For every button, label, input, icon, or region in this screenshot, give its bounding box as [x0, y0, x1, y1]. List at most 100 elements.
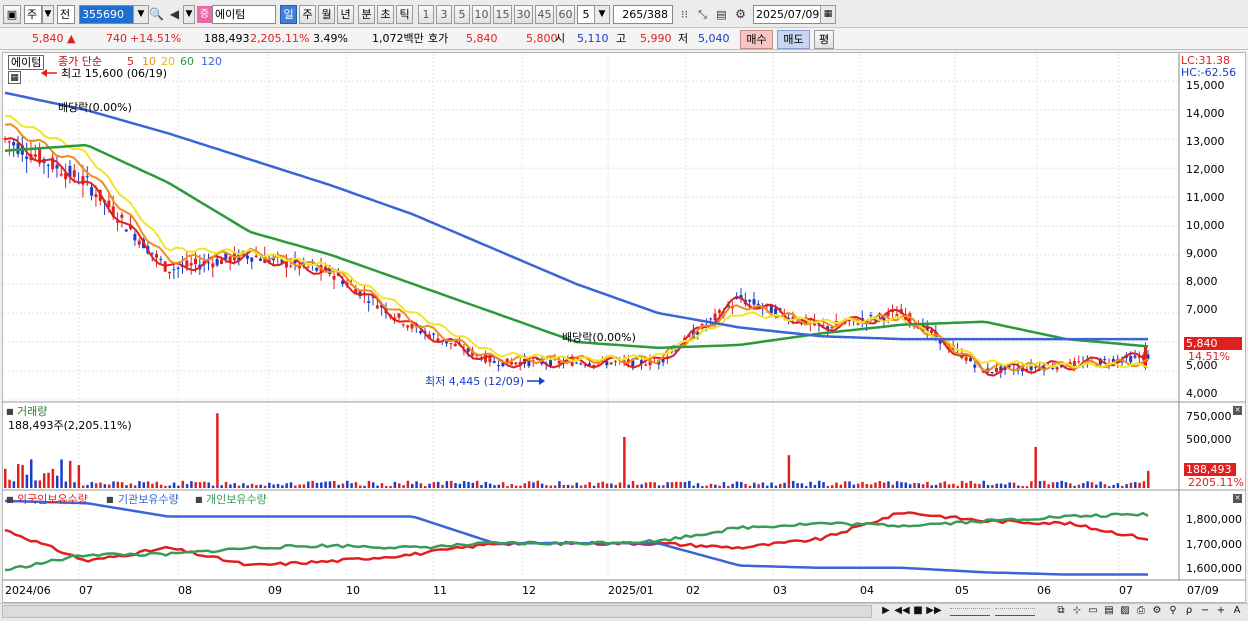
candle-body	[185, 260, 189, 267]
pane-close-icon[interactable]: ✕	[1233, 406, 1242, 415]
volume-bar	[519, 485, 522, 488]
candle-body	[579, 363, 583, 365]
copy-icon[interactable]: ⧉	[1053, 603, 1069, 619]
volume-bar	[969, 480, 972, 488]
candle-body	[332, 275, 336, 280]
x-tick: 07/09	[1187, 584, 1219, 597]
volume-bar	[268, 482, 271, 488]
candle-body	[375, 305, 379, 309]
candle-body	[137, 240, 141, 245]
volume-bar	[1116, 483, 1120, 488]
search-chart-icon[interactable]: ⚲	[1165, 603, 1181, 619]
volume-bar	[701, 486, 704, 488]
fast-forward-icon[interactable]: ▶▶	[926, 603, 942, 619]
volume-bar	[462, 481, 466, 488]
settings-icon[interactable]: ⚙	[1149, 603, 1165, 619]
print-icon[interactable]: ⎙	[1133, 603, 1149, 619]
candle-body	[124, 229, 128, 232]
layout-icon[interactable]: ▤	[1101, 603, 1117, 619]
volume-pane-bullet-icon: ■	[6, 407, 14, 416]
candle-body	[7, 141, 11, 143]
x-tick: 07	[1119, 584, 1133, 597]
auto-scale-icon[interactable]: A	[1229, 603, 1245, 619]
zoom-in-icon[interactable]: +	[1213, 603, 1229, 619]
volume-bar	[99, 482, 102, 488]
rewind-icon[interactable]: ◀◀	[894, 603, 910, 619]
volume-bar	[311, 480, 314, 488]
volume-bar	[510, 483, 514, 488]
volume-bar	[722, 482, 726, 488]
volume-bar	[649, 481, 652, 488]
window-icon[interactable]: ▭	[1085, 603, 1101, 619]
volume-bar	[640, 484, 643, 488]
volume-bar	[856, 483, 860, 488]
volume-bar	[385, 485, 388, 488]
volume-bar	[943, 481, 947, 488]
image-icon[interactable]: ▨	[1117, 603, 1133, 619]
candle-body	[215, 258, 219, 266]
volume-bar	[644, 482, 648, 488]
volume-bar	[298, 484, 301, 488]
holding-tick: 1,800,000	[1186, 513, 1242, 526]
volume-bar	[705, 485, 708, 488]
candle-body	[717, 310, 721, 313]
volume-bar	[1025, 486, 1029, 488]
volume-bar	[770, 482, 773, 488]
volume-bar	[224, 481, 228, 488]
volume-bar	[181, 480, 185, 488]
candle-body	[254, 255, 258, 257]
volume-bar	[986, 485, 990, 488]
volume-bar	[592, 485, 596, 488]
volume-bar	[1017, 485, 1020, 488]
candle-body	[613, 361, 617, 363]
candle-body	[194, 258, 197, 265]
volume-bar	[921, 484, 925, 488]
ma120-legend: 120	[201, 55, 222, 68]
price-tick: 4,000	[1186, 387, 1218, 400]
pane-stock-tag[interactable]: 에이텀	[8, 55, 45, 70]
volume-bar	[419, 483, 423, 488]
volume-bar	[129, 483, 133, 488]
volume-current-pct: 2205.11%	[1188, 476, 1244, 489]
zoom-out-icon[interactable]: −	[1197, 603, 1213, 619]
range-track[interactable]	[995, 608, 1035, 616]
volume-bar	[29, 459, 33, 488]
horizontal-scrollbar[interactable]	[2, 605, 872, 618]
volume-bar	[714, 484, 717, 488]
magnify-icon[interactable]: ρ	[1181, 603, 1197, 619]
stop-icon[interactable]: ■	[910, 603, 926, 619]
candle-body	[973, 364, 977, 368]
price-tick: 7,000	[1186, 303, 1218, 316]
crosshair-tool-icon[interactable]: ⊹	[1069, 603, 1085, 619]
volume-bar	[926, 481, 929, 488]
candle-body	[94, 194, 98, 198]
volume-bar	[605, 483, 609, 488]
volume-bar	[151, 483, 154, 488]
pane-close-icon[interactable]: ✕	[1233, 494, 1242, 503]
volume-bar	[683, 482, 687, 488]
volume-bar	[142, 482, 146, 488]
volume-bar	[177, 485, 180, 488]
volume-bar	[696, 483, 700, 488]
volume-bar	[618, 482, 622, 488]
volume-bar	[536, 480, 540, 488]
candle-body	[609, 362, 613, 365]
scroll-right-icon[interactable]: ▶	[878, 603, 894, 619]
volume-bar	[406, 480, 410, 488]
indicator-list-icon[interactable]: ▦	[8, 71, 21, 84]
volume-bar	[623, 436, 626, 488]
volume-bar	[441, 484, 444, 488]
candle-body	[968, 357, 972, 362]
volume-bar	[869, 484, 873, 488]
high-note: 최고 15,600 (06/19)	[61, 67, 168, 80]
volume-bar	[1047, 484, 1050, 488]
volume-bar	[796, 483, 799, 488]
holding-lines	[4, 499, 1149, 576]
volume-bar	[571, 485, 574, 488]
volume-bar	[1056, 482, 1059, 488]
volume-bar	[138, 481, 141, 488]
volume-bar	[882, 482, 886, 488]
zoom-track[interactable]	[950, 608, 990, 616]
candle-body	[120, 214, 124, 218]
candle-body	[752, 299, 756, 305]
